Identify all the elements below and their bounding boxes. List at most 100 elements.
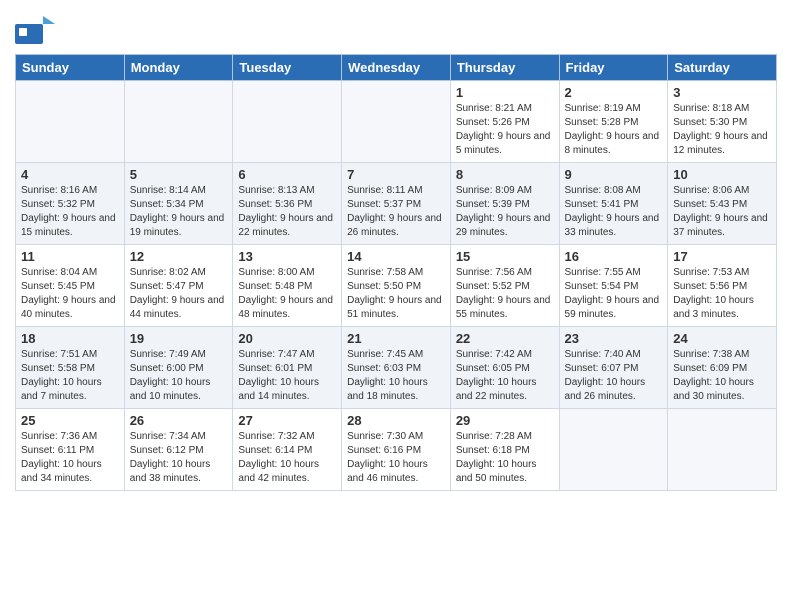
day-number: 10 <box>673 167 771 182</box>
calendar-day-header: Friday <box>559 55 668 81</box>
day-info: Sunrise: 8:14 AM Sunset: 5:34 PM Dayligh… <box>130 184 228 240</box>
calendar-cell: 21 Sunrise: 7:45 AM Sunset: 6:03 PM Dayli… <box>342 327 451 409</box>
day-number: 8 <box>456 167 554 182</box>
day-info: Sunrise: 7:30 AM Sunset: 6:16 PM Dayligh… <box>347 430 445 486</box>
calendar-cell <box>668 409 777 491</box>
day-number: 19 <box>130 331 228 346</box>
day-info: Sunrise: 8:21 AM Sunset: 5:26 PM Dayligh… <box>456 102 554 158</box>
calendar-cell: 3 Sunrise: 8:18 AM Sunset: 5:30 PM Daylig… <box>668 81 777 163</box>
calendar-week-row: 11 Sunrise: 8:04 AM Sunset: 5:45 PM Dayli… <box>16 245 777 327</box>
calendar-cell: 12 Sunrise: 8:02 AM Sunset: 5:47 PM Dayli… <box>124 245 233 327</box>
day-info: Sunrise: 7:47 AM Sunset: 6:01 PM Dayligh… <box>238 348 336 404</box>
calendar-cell: 24 Sunrise: 7:38 AM Sunset: 6:09 PM Dayli… <box>668 327 777 409</box>
day-number: 6 <box>238 167 336 182</box>
calendar-cell: 23 Sunrise: 7:40 AM Sunset: 6:07 PM Dayli… <box>559 327 668 409</box>
calendar-cell <box>124 81 233 163</box>
day-number: 3 <box>673 85 771 100</box>
day-number: 20 <box>238 331 336 346</box>
calendar-week-row: 4 Sunrise: 8:16 AM Sunset: 5:32 PM Daylig… <box>16 163 777 245</box>
calendar-cell: 29 Sunrise: 7:28 AM Sunset: 6:18 PM Dayli… <box>450 409 559 491</box>
day-info: Sunrise: 7:36 AM Sunset: 6:11 PM Dayligh… <box>21 430 119 486</box>
calendar-cell: 20 Sunrise: 7:47 AM Sunset: 6:01 PM Dayli… <box>233 327 342 409</box>
day-info: Sunrise: 8:16 AM Sunset: 5:32 PM Dayligh… <box>21 184 119 240</box>
calendar-cell: 14 Sunrise: 7:58 AM Sunset: 5:50 PM Dayli… <box>342 245 451 327</box>
calendar-cell: 5 Sunrise: 8:14 AM Sunset: 5:34 PM Daylig… <box>124 163 233 245</box>
day-number: 7 <box>347 167 445 182</box>
calendar-week-row: 25 Sunrise: 7:36 AM Sunset: 6:11 PM Dayli… <box>16 409 777 491</box>
day-number: 23 <box>565 331 663 346</box>
day-number: 5 <box>130 167 228 182</box>
day-number: 16 <box>565 249 663 264</box>
day-number: 26 <box>130 413 228 428</box>
calendar-day-header: Thursday <box>450 55 559 81</box>
day-number: 1 <box>456 85 554 100</box>
day-info: Sunrise: 7:42 AM Sunset: 6:05 PM Dayligh… <box>456 348 554 404</box>
day-info: Sunrise: 7:45 AM Sunset: 6:03 PM Dayligh… <box>347 348 445 404</box>
day-info: Sunrise: 7:32 AM Sunset: 6:14 PM Dayligh… <box>238 430 336 486</box>
calendar-day-header: Wednesday <box>342 55 451 81</box>
day-number: 2 <box>565 85 663 100</box>
calendar-week-row: 1 Sunrise: 8:21 AM Sunset: 5:26 PM Daylig… <box>16 81 777 163</box>
day-number: 27 <box>238 413 336 428</box>
calendar-cell: 4 Sunrise: 8:16 AM Sunset: 5:32 PM Daylig… <box>16 163 125 245</box>
calendar-cell <box>559 409 668 491</box>
day-info: Sunrise: 8:09 AM Sunset: 5:39 PM Dayligh… <box>456 184 554 240</box>
day-number: 28 <box>347 413 445 428</box>
day-info: Sunrise: 8:13 AM Sunset: 5:36 PM Dayligh… <box>238 184 336 240</box>
day-info: Sunrise: 8:06 AM Sunset: 5:43 PM Dayligh… <box>673 184 771 240</box>
calendar-cell: 25 Sunrise: 7:36 AM Sunset: 6:11 PM Dayli… <box>16 409 125 491</box>
day-number: 9 <box>565 167 663 182</box>
day-info: Sunrise: 7:34 AM Sunset: 6:12 PM Dayligh… <box>130 430 228 486</box>
day-info: Sunrise: 7:38 AM Sunset: 6:09 PM Dayligh… <box>673 348 771 404</box>
calendar-cell: 22 Sunrise: 7:42 AM Sunset: 6:05 PM Dayli… <box>450 327 559 409</box>
logo <box>15 16 57 48</box>
day-number: 11 <box>21 249 119 264</box>
day-info: Sunrise: 7:49 AM Sunset: 6:00 PM Dayligh… <box>130 348 228 404</box>
calendar-cell: 26 Sunrise: 7:34 AM Sunset: 6:12 PM Dayli… <box>124 409 233 491</box>
day-info: Sunrise: 8:02 AM Sunset: 5:47 PM Dayligh… <box>130 266 228 322</box>
calendar-cell: 9 Sunrise: 8:08 AM Sunset: 5:41 PM Daylig… <box>559 163 668 245</box>
day-number: 12 <box>130 249 228 264</box>
header <box>15 10 777 48</box>
day-info: Sunrise: 7:40 AM Sunset: 6:07 PM Dayligh… <box>565 348 663 404</box>
day-info: Sunrise: 7:53 AM Sunset: 5:56 PM Dayligh… <box>673 266 771 322</box>
day-info: Sunrise: 7:51 AM Sunset: 5:58 PM Dayligh… <box>21 348 119 404</box>
calendar-cell: 19 Sunrise: 7:49 AM Sunset: 6:00 PM Dayli… <box>124 327 233 409</box>
day-info: Sunrise: 7:28 AM Sunset: 6:18 PM Dayligh… <box>456 430 554 486</box>
day-number: 17 <box>673 249 771 264</box>
calendar-day-header: Monday <box>124 55 233 81</box>
day-info: Sunrise: 7:58 AM Sunset: 5:50 PM Dayligh… <box>347 266 445 322</box>
calendar-cell: 2 Sunrise: 8:19 AM Sunset: 5:28 PM Daylig… <box>559 81 668 163</box>
calendar-cell: 28 Sunrise: 7:30 AM Sunset: 6:16 PM Dayli… <box>342 409 451 491</box>
calendar-day-header: Saturday <box>668 55 777 81</box>
logo-icon <box>15 16 55 48</box>
day-info: Sunrise: 8:04 AM Sunset: 5:45 PM Dayligh… <box>21 266 119 322</box>
calendar-day-header: Tuesday <box>233 55 342 81</box>
day-info: Sunrise: 8:19 AM Sunset: 5:28 PM Dayligh… <box>565 102 663 158</box>
day-number: 21 <box>347 331 445 346</box>
day-number: 4 <box>21 167 119 182</box>
calendar-week-row: 18 Sunrise: 7:51 AM Sunset: 5:58 PM Dayli… <box>16 327 777 409</box>
calendar-cell: 10 Sunrise: 8:06 AM Sunset: 5:43 PM Dayli… <box>668 163 777 245</box>
calendar-cell <box>16 81 125 163</box>
calendar-cell: 15 Sunrise: 7:56 AM Sunset: 5:52 PM Dayli… <box>450 245 559 327</box>
calendar-cell: 7Sunrise: 8:11 AM Sunset: 5:37 PM Daylig… <box>342 163 451 245</box>
calendar-cell: 13Sunrise: 8:00 AM Sunset: 5:48 PM Dayli… <box>233 245 342 327</box>
calendar-cell: 16Sunrise: 7:55 AM Sunset: 5:54 PM Dayli… <box>559 245 668 327</box>
calendar-cell: 17 Sunrise: 7:53 AM Sunset: 5:56 PM Dayli… <box>668 245 777 327</box>
day-number: 29 <box>456 413 554 428</box>
day-number: 24 <box>673 331 771 346</box>
calendar-cell: 1 Sunrise: 8:21 AM Sunset: 5:26 PM Daylig… <box>450 81 559 163</box>
calendar-cell <box>233 81 342 163</box>
day-number: 15 <box>456 249 554 264</box>
calendar-cell: 8 Sunrise: 8:09 AM Sunset: 5:39 PM Daylig… <box>450 163 559 245</box>
day-number: 22 <box>456 331 554 346</box>
calendar-cell: 11 Sunrise: 8:04 AM Sunset: 5:45 PM Dayli… <box>16 245 125 327</box>
day-info: Sunrise: 8:08 AM Sunset: 5:41 PM Dayligh… <box>565 184 663 240</box>
day-info: Sunrise: 7:56 AM Sunset: 5:52 PM Dayligh… <box>456 266 554 322</box>
day-number: 14 <box>347 249 445 264</box>
calendar-cell: 27 Sunrise: 7:32 AM Sunset: 6:14 PM Dayli… <box>233 409 342 491</box>
day-info: Sunrise: 8:18 AM Sunset: 5:30 PM Dayligh… <box>673 102 771 158</box>
day-number: 25 <box>21 413 119 428</box>
day-number: 18 <box>21 331 119 346</box>
